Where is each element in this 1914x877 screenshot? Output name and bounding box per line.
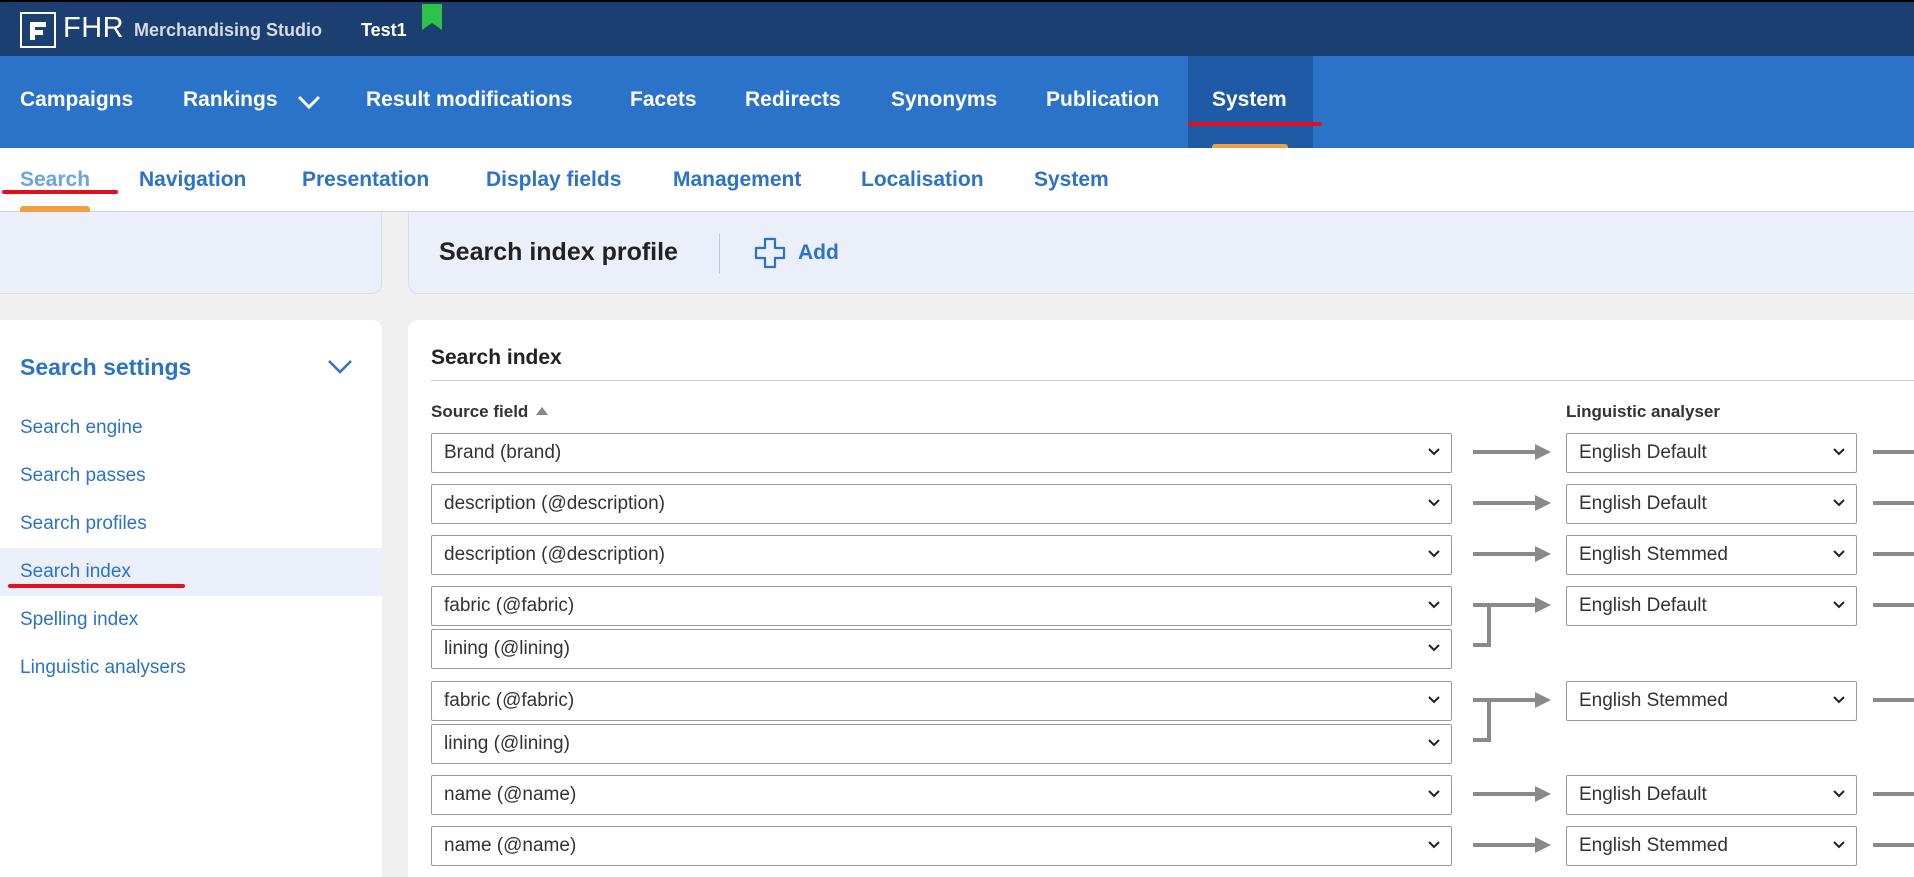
chevron-down-icon — [1428, 841, 1440, 849]
chevron-down-icon[interactable] — [326, 358, 354, 376]
linguistic-analyser-select[interactable]: English Stemmed — [1566, 681, 1857, 721]
chevron-down-icon — [1833, 601, 1845, 609]
sidebar-title[interactable]: Search settings — [20, 354, 191, 381]
arrow-right-icon — [1473, 546, 1551, 562]
connector-line — [1873, 843, 1914, 847]
connector-line — [1873, 698, 1914, 702]
chevron-down-icon — [1833, 790, 1845, 798]
header-left-panel — [0, 212, 382, 294]
environment-name[interactable]: Test1 — [361, 20, 407, 41]
linguistic-analyser-select[interactable]: English Stemmed — [1566, 535, 1857, 575]
chevron-down-icon[interactable] — [296, 92, 322, 112]
source-field-select[interactable]: description (@description) — [431, 535, 1452, 575]
page-title: Search index profile — [439, 238, 678, 266]
source-field-select[interactable]: lining (@lining) — [431, 724, 1452, 764]
chevron-down-icon — [1428, 499, 1440, 507]
linguistic-analyser-select[interactable]: English Default — [1566, 775, 1857, 815]
subnav-display-fields[interactable]: Display fields — [486, 168, 621, 192]
column-header-linguistic-analyser: Linguistic analyser — [1566, 402, 1720, 421]
sidebar-item-search-passes[interactable]: Search passes — [0, 452, 382, 500]
plus-icon — [754, 237, 786, 269]
top-bar: FHR Merchandising Studio Test1 — [0, 0, 1914, 56]
annotation-underline — [8, 584, 185, 588]
nav-synonyms[interactable]: Synonyms — [891, 88, 997, 112]
sidebar-item-search-engine[interactable]: Search engine — [0, 404, 382, 452]
add-button-label: Add — [798, 241, 839, 264]
main-nav: Campaigns Rankings Result modifications … — [0, 56, 1914, 150]
connector-line — [1873, 603, 1914, 607]
chevron-down-icon — [1833, 550, 1845, 558]
chevron-down-icon — [1428, 790, 1440, 798]
source-field-select[interactable]: name (@name) — [431, 826, 1452, 866]
main-panel: Search index Source field Linguistic ana… — [408, 320, 1914, 877]
header-divider — [719, 234, 720, 274]
chevron-down-icon — [1428, 696, 1440, 704]
source-field-select[interactable]: lining (@lining) — [431, 629, 1452, 669]
section-title: Search index — [431, 346, 562, 369]
linguistic-analyser-select[interactable]: English Default — [1566, 484, 1857, 524]
subnav-localisation[interactable]: Localisation — [861, 168, 984, 192]
chevron-down-icon — [1833, 448, 1845, 456]
connector-line — [1873, 450, 1914, 454]
source-field-select[interactable]: Brand (brand) — [431, 433, 1452, 473]
linguistic-analyser-select[interactable]: English Default — [1566, 586, 1857, 626]
nav-rankings[interactable]: Rankings — [183, 88, 278, 112]
app-name: Merchandising Studio — [134, 20, 323, 40]
connector-line — [1873, 792, 1914, 796]
sub-nav: Search Navigation Presentation Display f… — [0, 148, 1914, 212]
arrow-right-icon — [1473, 495, 1551, 511]
chevron-down-icon — [1833, 841, 1845, 849]
bookmark-flag-icon — [422, 4, 442, 30]
chevron-down-icon — [1833, 696, 1845, 704]
linguistic-analyser-select[interactable]: English Stemmed — [1566, 826, 1857, 866]
source-field-select[interactable]: fabric (@fabric) — [431, 681, 1452, 721]
annotation-underline — [1188, 122, 1322, 126]
sidebar-item-linguistic-analysers[interactable]: Linguistic analysers — [0, 644, 382, 692]
subnav-navigation[interactable]: Navigation — [139, 168, 246, 192]
sidebar-item-search-index[interactable]: Search index — [0, 548, 382, 596]
nav-campaigns[interactable]: Campaigns — [20, 88, 133, 112]
chevron-down-icon — [1428, 448, 1440, 456]
arrow-right-icon — [1473, 837, 1551, 853]
nav-system[interactable]: System — [1212, 88, 1287, 112]
subnav-system[interactable]: System — [1034, 168, 1109, 192]
group-bracket-arrow-icon — [1473, 597, 1551, 647]
chevron-down-icon — [1428, 644, 1440, 652]
nav-publication[interactable]: Publication — [1046, 88, 1159, 112]
source-field-select[interactable]: name (@name) — [431, 775, 1452, 815]
chevron-down-icon — [1428, 550, 1440, 558]
chevron-down-icon — [1428, 601, 1440, 609]
arrow-right-icon — [1473, 444, 1551, 460]
sort-ascending-icon — [536, 407, 549, 415]
subnav-management[interactable]: Management — [673, 168, 801, 192]
source-field-select[interactable]: fabric (@fabric) — [431, 586, 1452, 626]
chevron-down-icon — [1833, 499, 1845, 507]
column-header-source-field[interactable]: Source field — [431, 402, 549, 422]
source-field-select[interactable]: description (@description) — [431, 484, 1452, 524]
subnav-search[interactable]: Search — [20, 168, 90, 192]
connector-line — [1873, 501, 1914, 505]
arrow-right-icon — [1473, 786, 1551, 802]
logo-text: FHR — [63, 12, 125, 44]
annotation-underline — [2, 190, 118, 194]
divider — [431, 380, 1914, 381]
group-bracket-arrow-icon — [1473, 692, 1551, 742]
linguistic-analyser-select[interactable]: English Default — [1566, 433, 1857, 473]
nav-facets[interactable]: Facets — [630, 88, 697, 112]
subnav-presentation[interactable]: Presentation — [302, 168, 429, 192]
connector-line — [1873, 552, 1914, 556]
nav-redirects[interactable]: Redirects — [745, 88, 841, 112]
add-button[interactable]: Add — [754, 236, 839, 270]
sidebar: Search settings Search engine Search pas… — [0, 320, 382, 877]
chevron-down-icon — [1428, 739, 1440, 747]
header-bar: Search index profile Add — [408, 212, 1914, 294]
sidebar-item-spelling-index[interactable]: Spelling index — [0, 596, 382, 644]
nav-result-modifications[interactable]: Result modifications — [366, 88, 573, 112]
fhr-logo-icon[interactable] — [20, 12, 56, 48]
sidebar-item-search-profiles[interactable]: Search profiles — [0, 500, 382, 548]
